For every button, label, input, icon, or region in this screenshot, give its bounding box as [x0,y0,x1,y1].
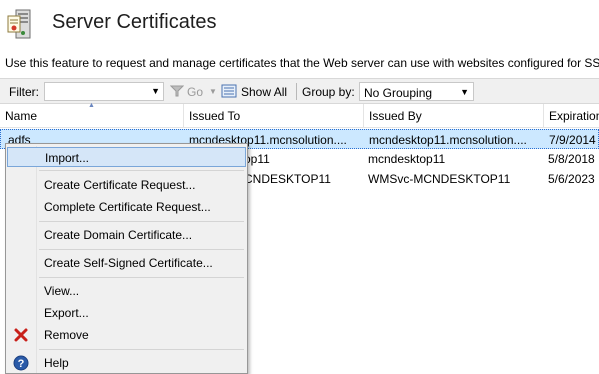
filter-toolbar: Filter: ▼ Go ▼ Show All Group by: No Gro… [0,78,599,104]
menu-item-create-self-signed-certificate[interactable]: Create Self-Signed Certificate... [7,253,246,273]
menu-separator [39,349,244,350]
column-header-expiration[interactable]: Expiration [544,104,599,128]
filter-label: Filter: [9,85,39,99]
go-label: Go [187,85,204,99]
cell-expiration: 5/8/2018 [548,152,595,166]
menu-item-label: Create Certificate Request... [44,178,196,192]
cell-issued-by: mcndesktop11.mcnsolution.... [369,133,527,147]
red-x-icon [14,328,28,342]
column-header-label: Name [5,109,38,123]
column-header-name[interactable]: Name ▲ [0,102,184,128]
column-header-label: Issued To [189,109,241,123]
show-all-icon [221,84,237,98]
menu-item-label: Help [44,356,69,370]
menu-item-label: View... [44,284,80,298]
menu-item-create-domain-certificate[interactable]: Create Domain Certificate... [7,225,246,245]
sort-ascending-icon: ▲ [88,102,95,109]
column-header-issued-by[interactable]: Issued By [364,104,544,128]
toolbar-divider [296,83,297,100]
menu-item-export[interactable]: Export... [7,303,246,323]
cell-expiration: 7/9/2014 [549,133,596,147]
server-certificate-icon [7,9,31,39]
show-all-button[interactable]: Show All [221,82,291,101]
chevron-down-icon[interactable]: ▼ [151,86,160,96]
menu-separator [39,221,244,222]
page-title: Server Certificates [52,11,217,33]
chevron-down-icon[interactable]: ▼ [209,87,217,96]
cell-issued-to: CNDESKTOP11 [244,172,331,186]
menu-item-label: Export... [44,306,89,320]
menu-item-complete-certificate-request[interactable]: Complete Certificate Request... [7,197,246,217]
menu-item-remove[interactable]: Remove [7,325,246,345]
menu-item-help[interactable]: ? Help [7,353,246,373]
column-header-label: Issued By [369,109,422,123]
menu-item-view[interactable]: View... [7,281,246,301]
menu-separator [39,277,244,278]
help-icon: ? [13,355,29,371]
context-menu: Import... Create Certificate Request... … [5,143,248,374]
menu-item-label: Create Self-Signed Certificate... [44,256,213,270]
show-all-label: Show All [241,85,288,99]
page-description: Use this feature to request and manage c… [5,56,599,70]
column-header-issued-to[interactable]: Issued To [184,104,364,128]
menu-separator [39,249,244,250]
menu-item-label: Complete Certificate Request... [44,200,211,214]
menu-separator [39,170,244,171]
chevron-down-icon: ▼ [460,87,469,97]
group-by-label: Group by: [302,85,355,99]
group-by-value: No Grouping [364,86,433,100]
cell-issued-by: WMSvc-MCNDESKTOP11 [368,172,511,186]
menu-item-import[interactable]: Import... [7,147,246,167]
go-button[interactable]: Go ▼ [168,82,217,101]
column-header-label: Expiration [549,109,599,123]
group-by-select[interactable]: No Grouping ▼ [359,82,474,101]
filter-input[interactable]: ▼ [44,82,164,101]
header: Server Certificates [0,0,599,50]
menu-item-label: Create Domain Certificate... [44,228,193,242]
menu-item-create-certificate-request[interactable]: Create Certificate Request... [7,175,246,195]
cell-expiration: 5/6/2023 [548,172,595,186]
menu-item-label: Import... [45,151,90,165]
menu-item-label: Remove [44,328,89,342]
filter-funnel-icon [170,85,184,97]
cell-issued-by: mcndesktop11 [368,152,446,166]
svg-text:?: ? [18,358,25,370]
